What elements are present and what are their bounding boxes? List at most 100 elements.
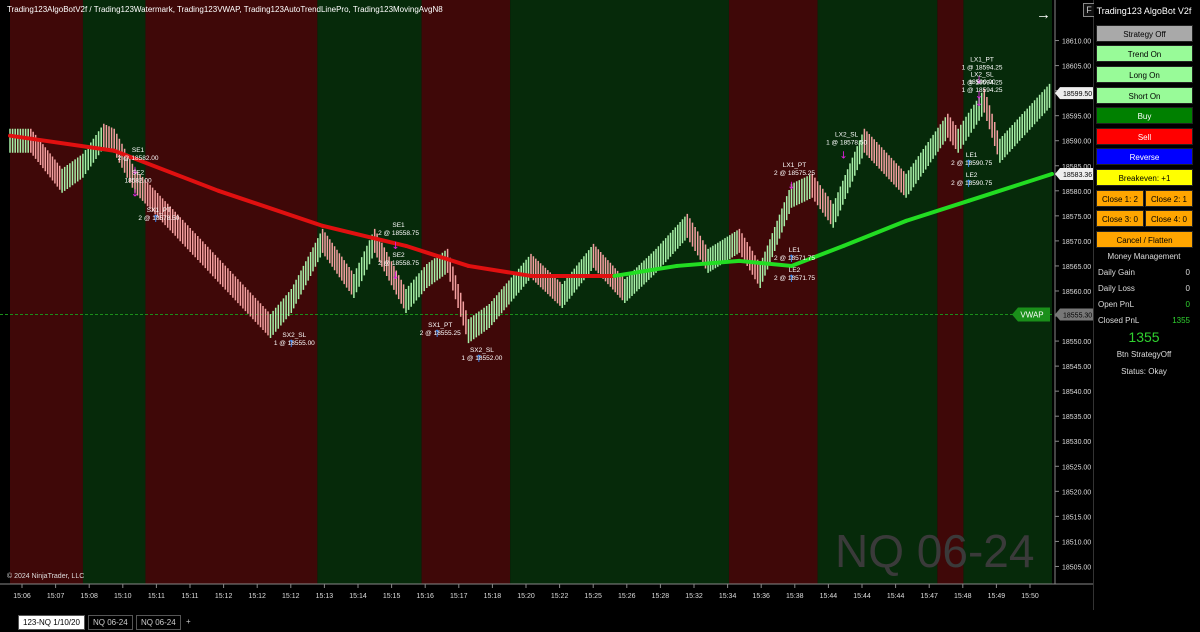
trade-label-6-0: SX1_PT [428, 322, 452, 329]
trade-label-0-0: SE1 [132, 147, 145, 154]
x-tick-label-24: 15:44 [820, 593, 838, 600]
daily-loss-value: 0 [1185, 284, 1190, 293]
breakeven-button[interactable]: Breakeven: +1 [1096, 169, 1193, 186]
trade-arrow-8: ↓ [787, 181, 795, 192]
buy-button[interactable]: Buy [1096, 107, 1193, 124]
daily-gain-value: 0 [1185, 268, 1190, 277]
y-tick-label-18: 18520.00 [1062, 489, 1091, 496]
tab-nq-0624-b[interactable]: NQ 06-24 [136, 615, 181, 630]
x-tick-label-28: 15:48 [954, 593, 972, 600]
chart-tab-bar: 123-NQ 1/10/20 NQ 06-24 NQ 06-24 + [0, 612, 1200, 632]
copyright-text: © 2024 NinjaTrader, LLC [7, 573, 85, 580]
background-band-0 [10, 0, 83, 584]
trade-label-11-1: 1 @ 18578.50 [826, 140, 867, 147]
trade-label-8-0: LX1_PT [783, 162, 807, 169]
trade-label-1-1: 18582.00 [124, 177, 151, 184]
trade-label-14-0: LX1_PT [970, 57, 994, 64]
x-tick-label-16: 15:22 [551, 593, 569, 600]
x-tick-label-14: 15:18 [484, 593, 502, 600]
trade-label-2-1: 2 @ 18578.50 [138, 215, 179, 222]
y-tick-label-9: 18565.00 [1062, 264, 1091, 271]
instrument-watermark: NQ 06-24 [835, 525, 1035, 577]
trade-label-2-0: SX1_PT [147, 207, 171, 214]
arrow-right-icon[interactable]: → [1036, 7, 1051, 22]
price-label-2: 18555.30 [1063, 313, 1092, 320]
price-chart[interactable]: 18610.0018605.0018600.0018595.0018590.00… [0, 0, 1093, 610]
closed-pnl-label: Closed PnL [1098, 316, 1140, 325]
x-tick-label-26: 15:44 [887, 593, 905, 600]
total-pnl-display: 1355 [1128, 329, 1160, 345]
trade-label-16-1: 1 @ 18594.25 [962, 87, 1003, 94]
close2-button[interactable]: Close 2: 1 [1145, 190, 1193, 207]
long-button[interactable]: Long On [1096, 66, 1193, 83]
reverse-button[interactable]: Reverse [1096, 148, 1193, 165]
background-band-1 [82, 0, 146, 584]
cancel-flatten-button[interactable]: Cancel / Flatten [1096, 231, 1193, 248]
y-tick-label-15: 18535.00 [1062, 414, 1091, 421]
trade-label-4-1: 2 @ 18558.75 [378, 230, 419, 237]
open-pnl-row: Open PnL 0 [1098, 300, 1190, 309]
y-tick-label-14: 18540.00 [1062, 389, 1091, 396]
trade-label-10-1: 2 @ 18571.75 [774, 275, 815, 282]
trade-label-13-1: 2 @ 18590.75 [951, 180, 992, 187]
open-pnl-label: Open PnL [1098, 300, 1135, 309]
trade-label-10-0: LE2 [789, 267, 801, 274]
trade-label-3-1: 1 @ 18555.00 [274, 340, 315, 347]
tab-nq-0624-a[interactable]: NQ 06-24 [88, 615, 133, 630]
y-tick-label-16: 18530.00 [1062, 439, 1091, 446]
background-band-7 [817, 0, 938, 584]
short-button[interactable]: Short On [1096, 87, 1193, 104]
sell-button[interactable]: Sell [1096, 128, 1193, 145]
add-tab-button[interactable]: + [182, 615, 195, 628]
close1-button[interactable]: Close 1: 2 [1096, 190, 1144, 207]
y-tick-label-12: 18550.00 [1062, 339, 1091, 346]
x-tick-label-29: 15:49 [988, 593, 1006, 600]
trend-button[interactable]: Trend On [1096, 45, 1193, 62]
y-tick-label-19: 18515.00 [1062, 514, 1091, 521]
y-tick-label-17: 18525.00 [1062, 464, 1091, 471]
price-label-0: 18599.50 [1063, 91, 1092, 98]
x-tick-label-19: 15:28 [652, 593, 670, 600]
trade-label-5-1: 2 @ 18558.75 [378, 260, 419, 267]
trade-label-15-0: LX2_SL [970, 72, 994, 79]
x-tick-label-11: 15:15 [383, 593, 401, 600]
x-tick-label-7: 15:12 [248, 593, 266, 600]
close3-button[interactable]: Close 3: 0 [1096, 210, 1144, 227]
trade-label-1-0: SE2 [132, 169, 145, 176]
y-tick-label-20: 18510.00 [1062, 539, 1091, 546]
button-state-text: Btn StrategyOff [1116, 350, 1172, 359]
algo-control-panel: Trading123 AlgoBot V2f Strategy Off Tren… [1094, 0, 1200, 632]
trade-label-6-1: 2 @ 18555.25 [420, 330, 461, 337]
x-tick-label-5: 15:11 [182, 593, 199, 600]
trade-label-7-1: 1 @ 18552.00 [461, 355, 502, 362]
y-tick-label-6: 18580.00 [1062, 189, 1091, 196]
trade-label-16-0: 18590.00 [968, 79, 995, 86]
open-pnl-value: 0 [1185, 300, 1190, 309]
x-tick-label-30: 15:50 [1021, 593, 1039, 600]
trade-arrow-11: ↓ [839, 151, 847, 162]
x-tick-label-9: 15:13 [316, 593, 334, 600]
strategy-button[interactable]: Strategy Off [1096, 25, 1193, 42]
y-tick-label-8: 18570.00 [1062, 239, 1091, 246]
x-tick-label-13: 15:17 [450, 593, 468, 600]
trade-arrow-5: ↓ [391, 271, 399, 282]
close4-button[interactable]: Close 4: 0 [1145, 210, 1193, 227]
daily-loss-row: Daily Loss 0 [1098, 284, 1190, 293]
chart-pane[interactable]: 18610.0018605.0018600.0018595.0018590.00… [0, 0, 1095, 610]
trade-label-12-0: LE1 [966, 152, 978, 159]
x-tick-label-25: 15:44 [853, 593, 871, 600]
y-tick-label-3: 18595.00 [1062, 114, 1091, 121]
x-tick-label-6: 15:12 [215, 593, 233, 600]
status-text: Status: Okay [1121, 367, 1167, 376]
trade-label-5-0: SE2 [392, 252, 405, 259]
x-tick-label-2: 15:08 [80, 593, 98, 600]
x-tick-label-18: 15:26 [618, 593, 636, 600]
trade-arrow-4: ↓ [391, 241, 399, 252]
x-tick-label-4: 15:11 [148, 593, 165, 600]
x-tick-label-10: 15:14 [349, 593, 367, 600]
x-tick-label-1: 15:07 [47, 593, 65, 600]
closed-pnl-row: Closed PnL 1355 [1098, 316, 1190, 325]
background-band-8 [937, 0, 964, 584]
trade-label-8-1: 2 @ 18575.25 [774, 170, 815, 177]
tab-123-nq[interactable]: 123-NQ 1/10/20 [18, 615, 85, 630]
